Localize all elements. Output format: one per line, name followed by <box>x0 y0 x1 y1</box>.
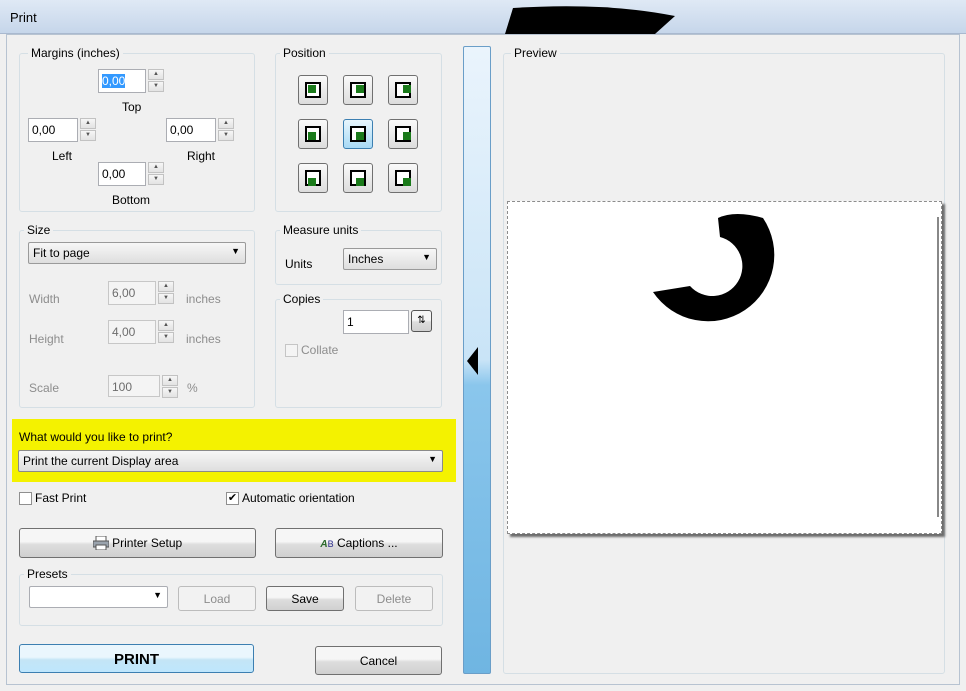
preset-delete-button: Delete <box>355 586 433 611</box>
spin-down-icon[interactable]: ▼ <box>80 130 96 141</box>
captions-button[interactable]: AB Captions ... <box>275 528 443 558</box>
printer-icon <box>92 535 110 551</box>
position-top-left[interactable] <box>298 75 328 105</box>
fast-print-checkbox[interactable] <box>19 492 32 505</box>
spin-down-icon[interactable]: ▼ <box>148 81 164 92</box>
position-top-right[interactable] <box>388 75 418 105</box>
preview-group-label: Preview <box>511 46 560 60</box>
position-group-label: Position <box>280 46 329 60</box>
spin-down-icon: ▼ <box>158 332 174 343</box>
print-what-select[interactable]: Print the current Display area ▼ <box>18 450 443 472</box>
margin-top-spinner[interactable]: 0,00 ▲ ▼ <box>98 69 164 93</box>
fast-print-label: Fast Print <box>35 491 87 505</box>
spin-up-icon: ▲ <box>162 375 178 386</box>
presets-group-label: Presets <box>24 567 71 581</box>
height-spinner: 4,00 ▲ ▼ <box>108 320 174 344</box>
automatic-orientation-checkbox[interactable]: ✔ <box>226 492 239 505</box>
chevron-down-icon: ▼ <box>231 246 240 256</box>
margin-bottom-label: Bottom <box>112 193 151 207</box>
preview-graphic <box>653 214 775 322</box>
copies-spinner[interactable]: 1 ⇅ <box>343 310 432 334</box>
position-bottom-left[interactable] <box>298 163 328 193</box>
margin-left-input[interactable]: 0,00 <box>28 118 78 142</box>
height-label: Height <box>29 332 64 346</box>
position-middle-left[interactable] <box>298 119 328 149</box>
scale-input: 100 <box>108 375 160 397</box>
presets-select[interactable]: ▼ <box>29 586 168 608</box>
printer-setup-label: Printer Setup <box>112 536 183 550</box>
preset-load-button: Load <box>178 586 256 611</box>
scale-spinner: 100 ▲ ▼ <box>108 375 178 399</box>
spin-up-icon[interactable]: ▲ <box>80 118 96 129</box>
window-title: Print <box>10 10 37 25</box>
captions-label: Captions ... <box>336 536 398 550</box>
chevron-down-icon: ▼ <box>428 454 437 464</box>
size-group-label: Size <box>24 223 54 237</box>
copies-input[interactable]: 1 <box>343 310 409 334</box>
preview-page <box>507 201 942 534</box>
margin-bottom-spinner[interactable]: 0,00 ▲ ▼ <box>98 162 164 186</box>
cancel-button[interactable]: Cancel <box>315 646 442 675</box>
chevron-down-icon: ▼ <box>422 252 431 262</box>
width-spinner: 6,00 ▲ ▼ <box>108 281 174 305</box>
position-bottom-right[interactable] <box>388 163 418 193</box>
spin-down-icon: ▼ <box>158 293 174 304</box>
units-label: Units <box>285 257 313 271</box>
captions-icon-b: B <box>327 539 334 549</box>
spin-up-icon: ▲ <box>158 281 174 292</box>
position-top-center[interactable] <box>343 75 373 105</box>
copies-group-label: Copies <box>280 292 324 306</box>
chevron-down-icon: ▼ <box>153 590 162 600</box>
margin-right-label: Right <box>187 149 216 163</box>
units-select[interactable]: Inches ▼ <box>343 248 437 270</box>
automatic-orientation-label: Automatic orientation <box>242 491 355 505</box>
height-input: 4,00 <box>108 320 156 344</box>
height-unit: inches <box>186 332 221 346</box>
margin-top-label: Top <box>122 100 142 114</box>
checkmark-icon: ✔ <box>227 492 238 504</box>
margin-top-input[interactable]: 0,00 <box>98 69 146 93</box>
width-unit: inches <box>186 292 221 306</box>
captions-icon: A <box>320 539 328 550</box>
printer-setup-button[interactable]: Printer Setup <box>19 528 256 558</box>
margin-left-label: Left <box>52 149 73 163</box>
title-bar: Print <box>0 0 966 34</box>
spin-up-icon[interactable]: ▲ <box>148 69 164 80</box>
margin-left-spinner[interactable]: 0,00 ▲ ▼ <box>28 118 96 142</box>
position-bottom-center[interactable] <box>343 163 373 193</box>
width-label: Width <box>29 292 60 306</box>
spin-down-icon: ▼ <box>162 387 178 398</box>
collate-label: Collate <box>301 343 339 357</box>
title-bar-graphic <box>505 0 705 34</box>
collapse-left-icon[interactable] <box>467 347 479 375</box>
spin-up-icon: ▲ <box>158 320 174 331</box>
preset-save-button[interactable]: Save <box>266 586 344 611</box>
spin-up-icon[interactable]: ▲ <box>148 162 164 173</box>
scale-unit: % <box>187 381 198 395</box>
spin-up-icon[interactable]: ▲ <box>218 118 234 129</box>
margin-bottom-input[interactable]: 0,00 <box>98 162 146 186</box>
spin-down-icon[interactable]: ▼ <box>218 130 234 141</box>
preview-collapse-bar[interactable] <box>463 46 491 674</box>
position-middle-right[interactable] <box>388 119 418 149</box>
print-what-label: What would you like to print? <box>19 430 173 444</box>
collate-checkbox <box>285 344 298 357</box>
print-button[interactable]: PRINT <box>19 644 254 673</box>
spin-down-icon[interactable]: ▼ <box>148 174 164 185</box>
scale-label: Scale <box>29 381 60 395</box>
measure-units-group-label: Measure units <box>280 223 362 237</box>
margin-right-input[interactable]: 0,00 <box>166 118 216 142</box>
margin-right-spinner[interactable]: 0,00 ▲ ▼ <box>166 118 234 142</box>
size-mode-select[interactable]: Fit to page ▼ <box>28 242 246 264</box>
width-input: 6,00 <box>108 281 156 305</box>
margins-group-label: Margins (inches) <box>28 46 123 60</box>
spin-updown-icon[interactable]: ⇅ <box>411 310 432 332</box>
position-middle-center[interactable] <box>343 119 373 149</box>
